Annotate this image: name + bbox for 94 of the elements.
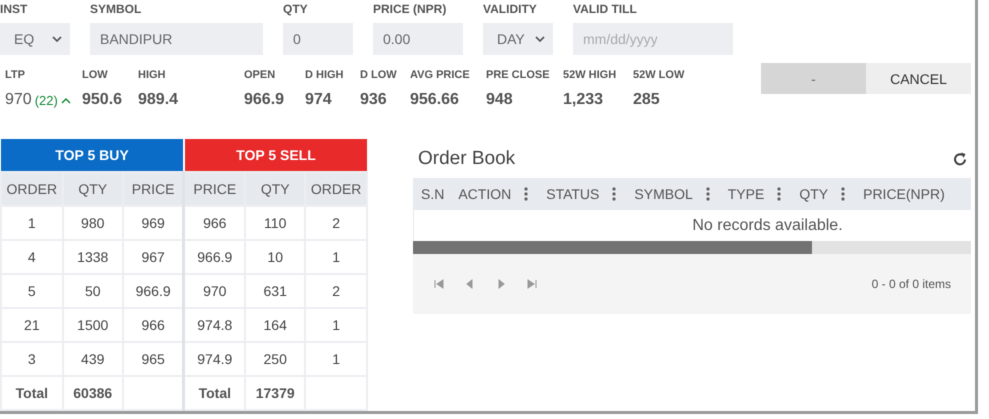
horizontal-scrollbar[interactable] [413,241,971,254]
field-label: QTY [283,2,309,16]
stat-value: 936 [360,91,388,109]
stat-label: HIGH [138,69,166,81]
column-header: STATUS [546,186,600,202]
stat-label: D LOW [360,69,398,81]
table-cell: 2 [305,274,367,308]
stat-value: 956.66 [410,91,460,109]
total-cell: 17379 [245,376,306,410]
column-header: PRICE [184,172,246,206]
stat-label: 52W LOW [633,69,686,81]
column-header: TYPE [728,186,764,202]
caret-up-icon [60,96,71,104]
table-cell: 980 [62,206,123,240]
field-label: VALID TILL [573,2,638,16]
dropdown[interactable]: EQ [0,23,70,55]
table-cell: 970 [184,274,246,308]
stat-value: 1,233 [563,91,604,109]
field-label: INST [0,2,28,16]
last-page-icon[interactable] [526,278,538,290]
stat-label: D HIGH [305,69,344,81]
change-value: (22) [34,92,58,108]
table-cell: 439 [62,342,123,376]
table-cell: 164 [245,308,306,342]
field-label: VALIDITY [483,2,538,16]
column-header: PRICE [122,172,184,206]
table-cell: 1 [1,206,63,240]
action-button[interactable]: - [761,63,866,94]
stat-value: 989.4 [138,91,180,109]
table-cell: 50 [62,274,123,308]
date-field[interactable]: mm/dd/yyyy [573,23,733,55]
first-page-icon[interactable] [433,278,445,290]
stat-value: 974 [305,91,333,109]
table-cell: 966.9 [184,240,246,274]
table-cell: 250 [245,342,306,376]
total-cell: Total [1,376,63,410]
stat-label: PRE CLOSE [486,69,551,81]
table-cell: 1500 [62,308,123,342]
column-header: QTY [245,172,306,206]
column-menu-icon[interactable] [612,187,616,201]
sell-header: TOP 5 SELL [236,147,316,163]
column-header: QTY [62,172,123,206]
stat-label: 52W HIGH [563,69,618,81]
chevron-down-icon [52,36,62,42]
column-menu-icon[interactable] [841,187,846,201]
stat-label: OPEN [244,69,276,81]
table-cell: 974.8 [184,308,246,342]
refresh-icon[interactable] [952,150,968,166]
table-cell: 1 [305,308,367,342]
table-cell: 110 [245,206,306,240]
table-cell: 2 [305,206,367,240]
cancel-button[interactable]: CANCEL [866,63,971,94]
table-cell: 1 [305,240,367,274]
stat-value: 948 [486,91,514,109]
column-menu-icon[interactable] [524,187,528,201]
table-cell: 631 [245,274,306,308]
table-cell: 21 [1,308,63,342]
table-cell: 1338 [62,240,123,274]
field-label: PRICE (NPR) [373,2,448,16]
stat-label: LOW [82,69,109,81]
ltp-value: 970 [5,91,32,109]
column-header: ORDER [305,172,367,206]
column-header: PRICE(NPR) [863,186,945,202]
table-cell: 3 [1,342,63,376]
chevron-down-icon [535,36,545,42]
input-field[interactable]: BANDIPUR [90,23,263,55]
stat-value: 950.6 [82,91,124,109]
column-header: ACTION [458,186,512,202]
empty-message: No records available. [692,216,843,234]
buy-header: TOP 5 BUY [55,147,129,163]
table-cell: 966 [184,206,246,240]
field-label: SYMBOL [90,2,142,16]
stat-label: LTP [5,69,26,81]
column-menu-icon[interactable] [777,187,782,201]
column-header: S.N [421,186,444,202]
pager-info: 0 - 0 of 0 items [872,277,951,291]
table-cell: 10 [245,240,306,274]
column-header: QTY [799,186,828,202]
table-cell: 4 [1,240,63,274]
table-cell: 974.9 [184,342,246,376]
table-cell: 5 [1,274,63,308]
table-cell: 1 [305,342,367,376]
column-header: SYMBOL [634,186,693,202]
total-cell: Total [184,376,246,410]
stat-value: 966.9 [244,91,286,109]
panel-title: Order Book [418,148,516,170]
column-menu-icon[interactable] [706,187,710,201]
column-header: ORDER [1,172,63,206]
stat-value: 285 [633,91,661,109]
input-field[interactable]: 0 [283,23,353,55]
stat-label: AVG PRICE [410,69,471,81]
input-field[interactable]: 0.00 [373,23,463,55]
total-cell: 60386 [62,376,123,410]
dropdown[interactable]: DAY [483,23,553,55]
